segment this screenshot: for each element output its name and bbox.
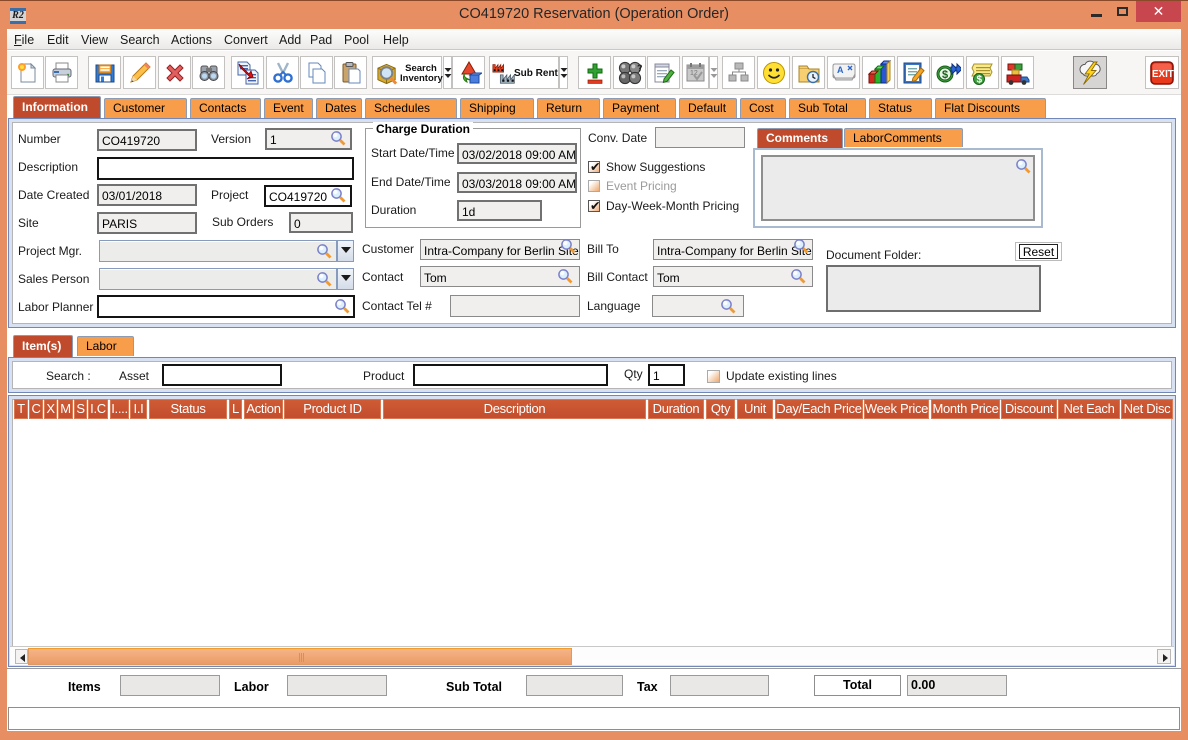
svg-text:$: $ [942,69,948,81]
svg-text:EXIT: EXIT [1152,69,1174,80]
svg-text:$: $ [976,74,982,85]
svg-text:A: A [837,65,844,75]
svg-text:?: ? [637,63,643,73]
